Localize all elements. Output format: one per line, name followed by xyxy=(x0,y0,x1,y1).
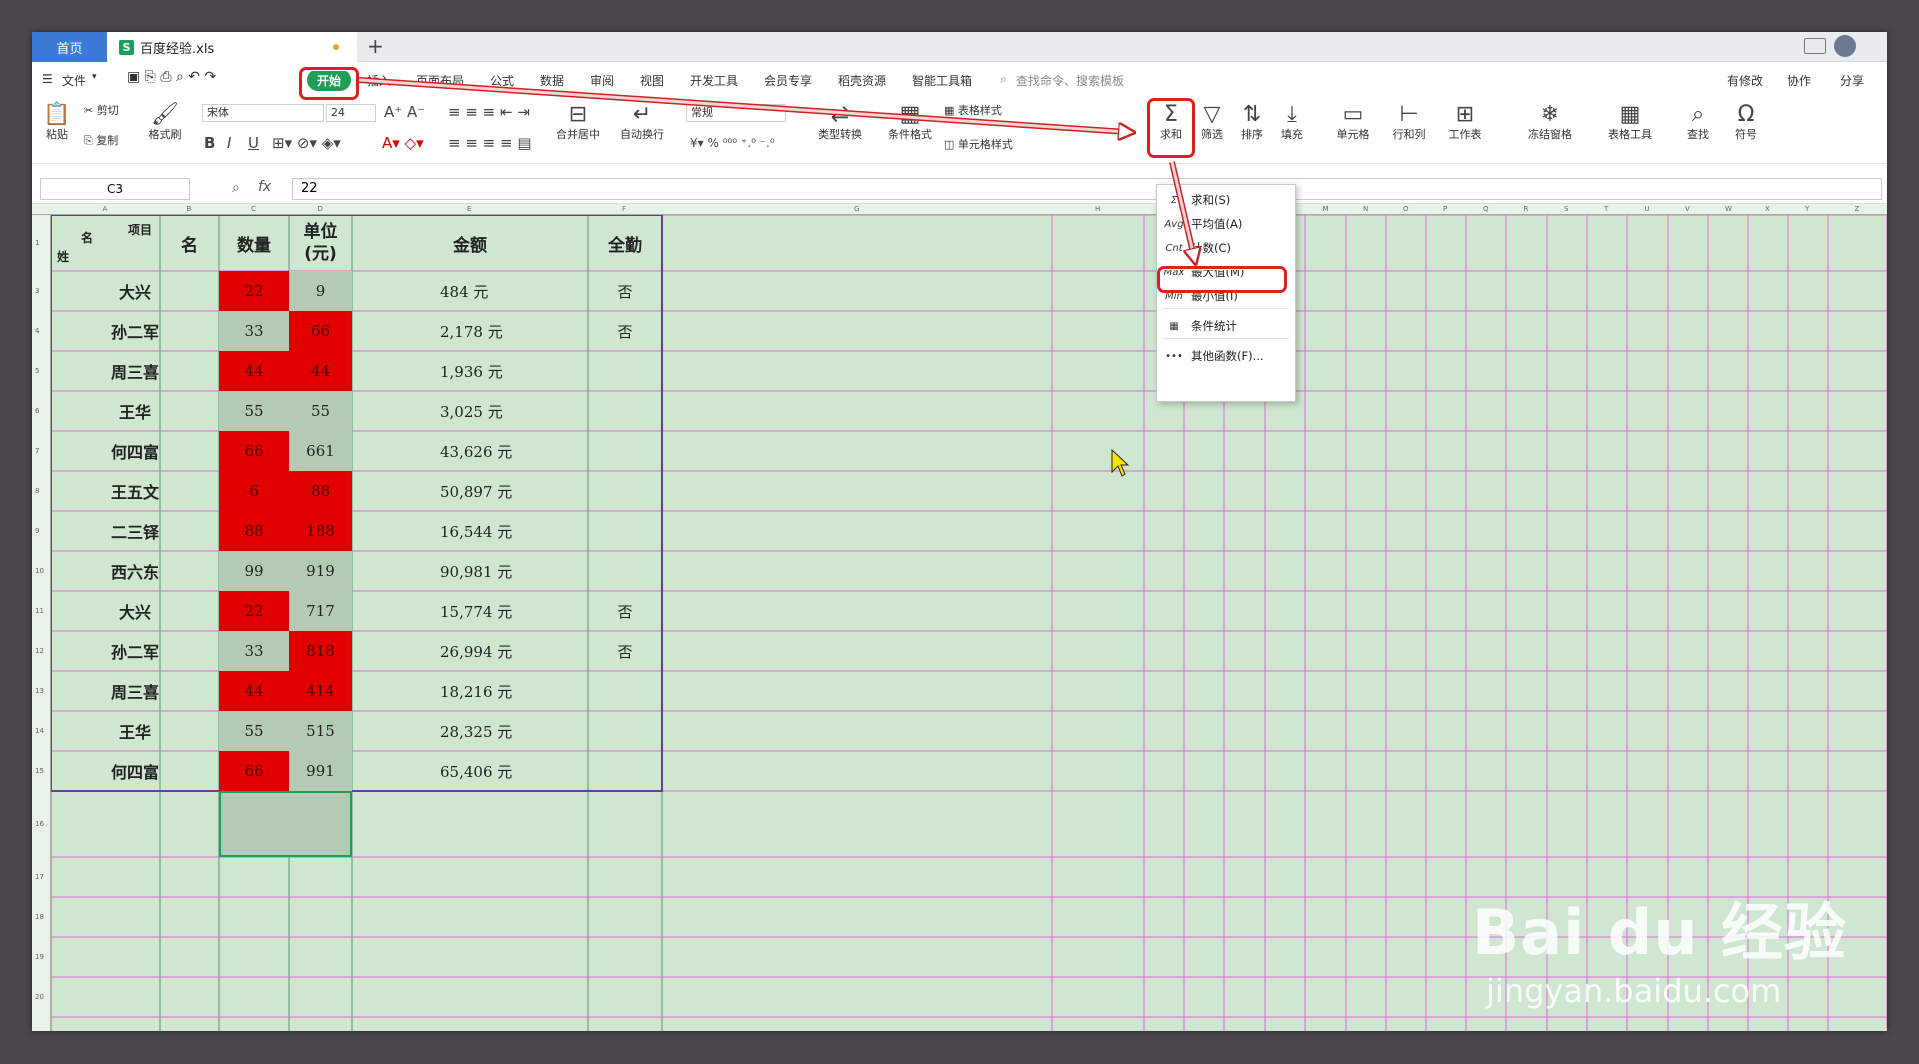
watermark-url: jingyan.baidu.com xyxy=(1486,972,1782,1010)
mouse-cursor-icon xyxy=(1111,448,1130,477)
baidu-watermark: Bai du 经验 jingyan.baidu.com xyxy=(1472,882,1847,1010)
wps-window: 首页 S 百度经验.xls + ☰ 文件 ▾ ▣ ⎘ ⎙ ⌕ ↶ ↷ 开始 插入… xyxy=(32,32,1887,1031)
watermark-brand: Bai du 经验 xyxy=(1472,896,1848,969)
